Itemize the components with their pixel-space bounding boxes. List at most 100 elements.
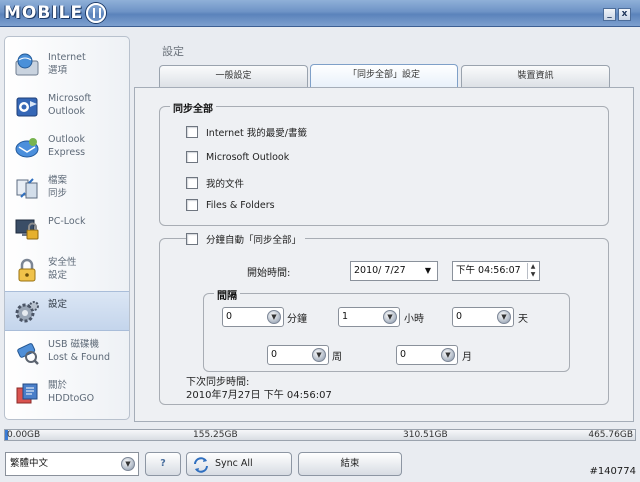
weeks-unit: 周 xyxy=(332,352,342,363)
start-time-label: 開始時間: xyxy=(247,268,291,279)
chevron-down-icon[interactable]: ▼ xyxy=(421,264,435,278)
minutes-select[interactable]: 0 ▼ xyxy=(222,307,284,327)
minimize-button[interactable]: _ xyxy=(603,8,616,21)
sidebar-item-label: 關於 HDDtoGO xyxy=(48,380,95,404)
checkbox[interactable] xyxy=(186,151,198,163)
logo-text: MOBILE xyxy=(4,3,84,23)
checkbox[interactable] xyxy=(186,199,198,211)
logo-mark-icon xyxy=(86,3,107,23)
about-icon xyxy=(16,383,38,404)
page-title: 設定 xyxy=(162,45,184,58)
storage-usage-bar: 0.00GB 155.25GB 310.51GB 465.76GB xyxy=(4,429,636,441)
sidebar-item-about[interactable]: 關於 HDDtoGO xyxy=(5,373,129,413)
chevron-down-icon[interactable]: ▼ xyxy=(121,457,135,471)
sidebar-item-settings[interactable]: 設定 xyxy=(5,291,129,331)
mobile-logo: MOBILE xyxy=(4,2,107,24)
sidebar: Internet 選項 Microsoft Outlook Outlook Ex… xyxy=(4,36,130,420)
checkbox[interactable] xyxy=(186,233,198,245)
sidebar-item-label: 安全性 設定 xyxy=(48,257,77,281)
sidebar-item-outlook-express[interactable]: Outlook Express xyxy=(5,127,129,167)
pc-lock-icon xyxy=(15,219,39,240)
outlook-icon xyxy=(16,97,38,117)
language-select[interactable]: 繁體中文 ▼ xyxy=(5,452,139,476)
option-files-folders[interactable]: Files & Folders xyxy=(186,198,275,212)
checkbox-label: 分鐘自動「同步全部」 xyxy=(206,235,302,246)
next-sync-info: 下次同步時間: 2010年7月27日 下午 04:56:07 xyxy=(186,376,332,402)
interval-group: 間隔 xyxy=(203,287,570,372)
sidebar-item-label: Outlook Express xyxy=(48,134,86,158)
chevron-down-icon[interactable]: ▼ xyxy=(497,310,511,324)
title-bar: MOBILE _ x xyxy=(0,0,640,27)
chevron-down-icon[interactable]: ▼ xyxy=(383,310,397,324)
time-spinner-icon[interactable]: ▲ ▼ xyxy=(527,263,538,279)
months-unit: 月 xyxy=(462,352,472,363)
start-date-value: 2010/ 7/27 xyxy=(354,265,406,276)
file-sync-icon xyxy=(16,178,38,199)
interval-legend: 間隔 xyxy=(214,287,240,302)
storage-tick-label: 465.76GB xyxy=(588,430,633,440)
weeks-select[interactable]: 0 ▼ xyxy=(267,345,329,365)
security-lock-icon xyxy=(18,258,36,282)
checkbox[interactable] xyxy=(186,177,198,189)
storage-tick-label: 310.51GB xyxy=(403,430,448,440)
chevron-down-icon[interactable]: ▼ xyxy=(312,348,326,362)
sync-all-label: Sync All xyxy=(215,458,253,469)
checkbox-label: 我的文件 xyxy=(206,179,245,190)
sidebar-item-security[interactable]: 安全性 設定 xyxy=(5,250,129,290)
next-sync-value: 2010年7月27日 下午 04:56:07 xyxy=(186,390,332,401)
settings-tabs: 一般設定 「同步全部」設定 裝置資訊 xyxy=(159,64,611,88)
sidebar-item-microsoft-outlook[interactable]: Microsoft Outlook xyxy=(5,86,129,126)
weeks-value: 0 xyxy=(271,349,278,360)
days-unit: 天 xyxy=(518,314,528,325)
settings-gear-icon xyxy=(15,301,39,323)
storage-tick-label: 155.25GB xyxy=(193,430,238,440)
language-value: 繁體中文 xyxy=(10,458,49,469)
auto-sync-toggle[interactable]: 分鐘自動「同步全部」 xyxy=(186,232,306,246)
sidebar-item-pc-lock[interactable]: PC-Lock xyxy=(5,209,129,249)
sidebar-item-label: PC-Lock xyxy=(48,216,86,227)
storage-tick-label: 0.00GB xyxy=(7,430,41,440)
sidebar-item-file-sync[interactable]: 檔案 同步 xyxy=(5,168,129,208)
tab-sync-all-settings[interactable]: 「同步全部」設定 xyxy=(310,64,458,88)
sync-all-legend: 同步全部 xyxy=(170,100,216,115)
hours-value: 1 xyxy=(342,311,349,322)
days-select[interactable]: 0 ▼ xyxy=(452,307,514,327)
days-value: 0 xyxy=(456,311,463,322)
minutes-unit: 分鐘 xyxy=(287,314,307,325)
option-my-documents[interactable]: 我的文件 xyxy=(186,176,244,190)
sidebar-item-label: 設定 xyxy=(48,299,68,310)
chevron-down-icon[interactable]: ▼ xyxy=(441,348,455,362)
sync-all-button[interactable]: Sync All xyxy=(186,452,292,476)
months-select[interactable]: 0 ▼ xyxy=(396,345,458,365)
exit-button[interactable]: 結束 xyxy=(298,452,402,476)
checkbox-label: Files & Folders xyxy=(206,199,275,211)
watermark-id: #140774 xyxy=(589,466,636,477)
next-sync-label: 下次同步時間: xyxy=(186,377,250,388)
hours-unit: 小時 xyxy=(404,314,424,325)
start-time-field[interactable]: 下午 04:56:07 ▲ ▼ xyxy=(452,261,540,281)
minutes-value: 0 xyxy=(226,311,233,322)
sidebar-item-label: 檔案 同步 xyxy=(48,175,68,199)
sidebar-item-usb-lost-found[interactable]: USB 磁碟機 Lost & Found xyxy=(5,332,129,372)
usb-lost-found-icon xyxy=(17,343,39,365)
outlook-express-icon xyxy=(15,138,39,158)
months-value: 0 xyxy=(400,349,407,360)
sidebar-item-label: Microsoft Outlook xyxy=(48,93,92,117)
checkbox-label: Internet 我的最愛/書籤 xyxy=(206,128,307,139)
tab-device-info[interactable]: 裝置資訊 xyxy=(461,65,610,87)
option-internet-favorites[interactable]: Internet 我的最愛/書籤 xyxy=(186,125,307,139)
tab-general-settings[interactable]: 一般設定 xyxy=(159,65,308,87)
chevron-down-icon[interactable]: ▼ xyxy=(267,310,281,324)
checkbox-label: Microsoft Outlook xyxy=(206,151,290,163)
internet-options-icon xyxy=(15,53,39,76)
hours-select[interactable]: 1 ▼ xyxy=(338,307,400,327)
sidebar-item-internet-options[interactable]: Internet 選項 xyxy=(5,45,129,85)
sync-arrows-icon xyxy=(194,457,208,473)
start-time-value: 下午 04:56:07 xyxy=(456,265,521,276)
help-button[interactable]: ? xyxy=(145,452,181,476)
close-button[interactable]: x xyxy=(618,8,631,21)
checkbox[interactable] xyxy=(186,126,198,138)
option-microsoft-outlook[interactable]: Microsoft Outlook xyxy=(186,150,289,164)
start-date-picker[interactable]: 2010/ 7/27 ▼ xyxy=(350,261,438,281)
sidebar-item-label: Internet 選項 xyxy=(48,52,86,76)
